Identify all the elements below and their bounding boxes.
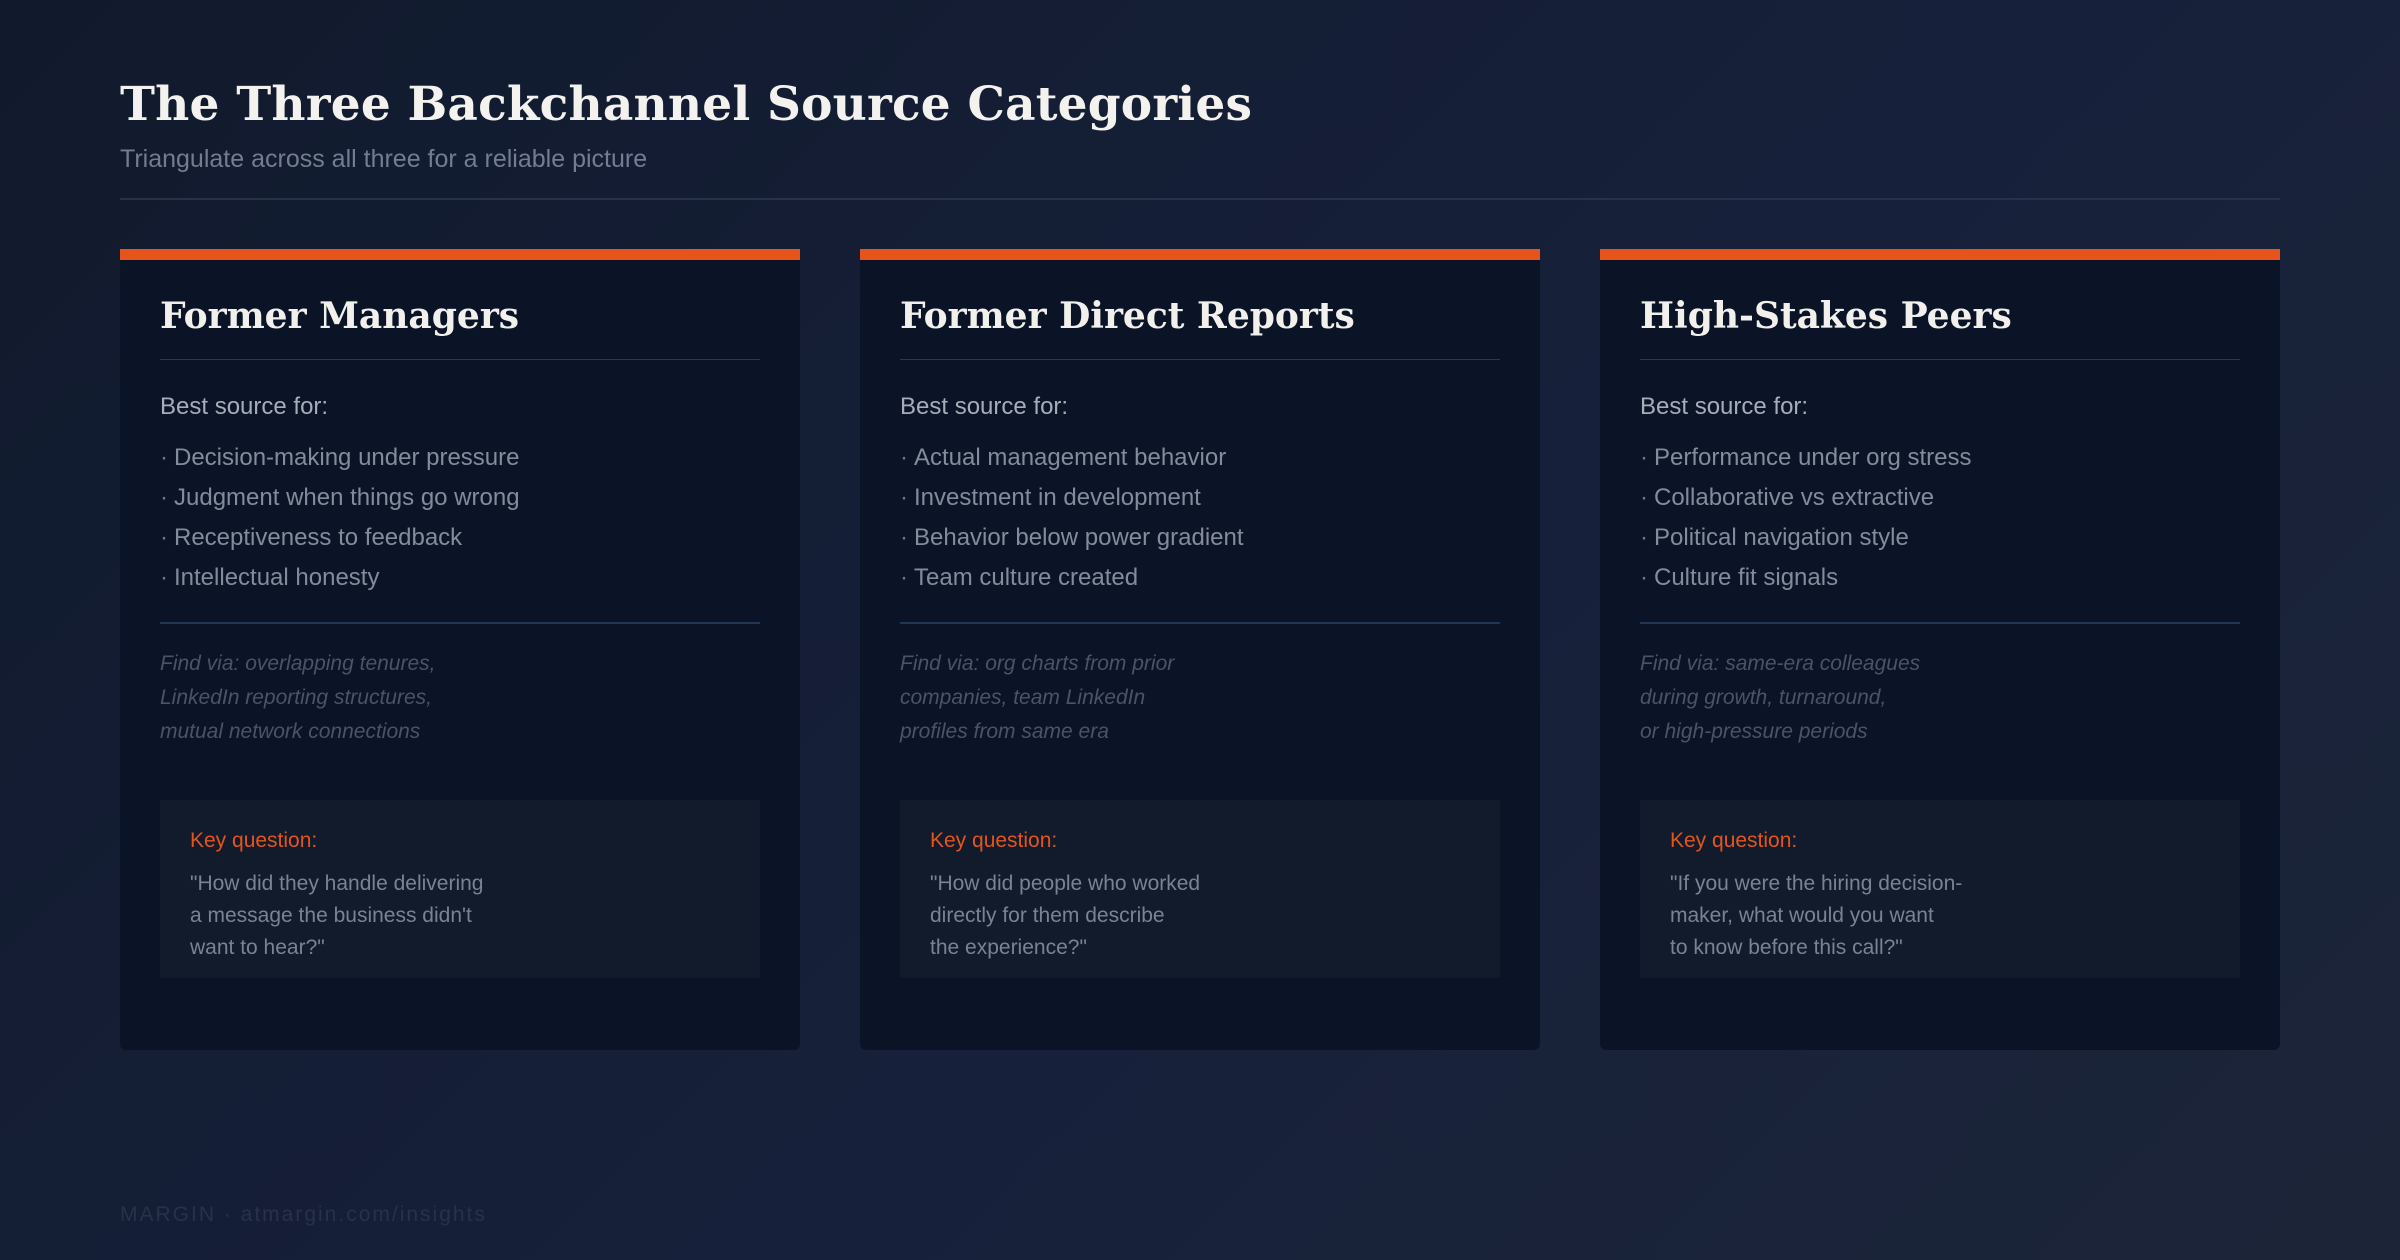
- list-item-text: Performance under org stress: [1654, 444, 1972, 471]
- card-accent-bar: [860, 249, 1540, 260]
- list-item: · Political navigation style: [1640, 518, 1971, 558]
- key-question-line: "How did they handle delivering: [190, 872, 484, 895]
- find-via-line: mutual network connections: [160, 720, 421, 743]
- key-question-line: the experience?": [930, 936, 1087, 959]
- key-question-line: want to hear?": [190, 936, 325, 959]
- card-title-divider: [900, 359, 1500, 360]
- find-via-line: Find via: org charts from prior: [900, 652, 1175, 675]
- best-source-list: · Actual management behavior · Investment …: [900, 438, 1244, 598]
- best-source-label: Best source for:: [900, 393, 1069, 420]
- card-section-divider: [160, 622, 760, 624]
- key-question-line: directly for them describe: [930, 904, 1165, 927]
- key-question-box: Key question: "How did people who worked…: [900, 800, 1500, 978]
- key-question-box: Key question: "If you were the hiring de…: [1640, 800, 2240, 978]
- find-via-line: companies, team LinkedIn: [900, 686, 1146, 709]
- bullet-dot-icon: ·: [1640, 524, 1648, 551]
- page-title: The Three Backchannel Source Categories: [120, 77, 1253, 132]
- list-item-text: Political navigation style: [1654, 524, 1909, 551]
- key-question-line: "If you were the hiring decision-: [1670, 872, 1963, 895]
- key-question-label: Key question:: [1670, 829, 1798, 852]
- key-question-line: a message the business didn't: [190, 904, 472, 927]
- list-item: · Culture fit signals: [1640, 558, 1971, 598]
- category-cards: Former Managers Best source for: · Decisi…: [120, 249, 2280, 1050]
- card-section-divider: [1640, 622, 2240, 624]
- bullet-dot-icon: ·: [160, 484, 168, 511]
- bullet-dot-icon: ·: [900, 524, 908, 551]
- list-item: · Decision-making under pressure: [160, 438, 520, 478]
- best-source-label: Best source for:: [1640, 393, 1809, 420]
- key-question-label: Key question:: [930, 829, 1058, 852]
- bullet-dot-icon: ·: [900, 564, 908, 591]
- list-item: · Investment in development: [900, 478, 1244, 518]
- header-divider: [120, 198, 2280, 200]
- card-title: Former Direct Reports: [900, 295, 1355, 337]
- bullet-dot-icon: ·: [1640, 484, 1648, 511]
- list-item-text: Investment in development: [914, 484, 1201, 511]
- list-item-text: Receptiveness to feedback: [174, 524, 463, 551]
- bullet-dot-icon: ·: [900, 444, 908, 471]
- key-question-text: "How did people who worked directly for …: [930, 868, 1200, 964]
- key-question-line: to know before this call?": [1670, 936, 1903, 959]
- card-accent-bar: [120, 249, 800, 260]
- key-question-box: Key question: "How did they handle deliv…: [160, 800, 760, 978]
- card-former-direct-reports: Former Direct Reports Best source for: ·…: [860, 249, 1540, 1050]
- best-source-list: · Performance under org stress · Collabora…: [1640, 438, 1971, 598]
- list-item-text: Decision-making under pressure: [174, 444, 520, 471]
- list-item: · Behavior below power gradient: [900, 518, 1244, 558]
- bullet-dot-icon: ·: [160, 444, 168, 471]
- find-via-line: during growth, turnaround,: [1640, 686, 1887, 709]
- find-via-line: Find via: same-era colleagues: [1640, 652, 1921, 675]
- key-question-line: maker, what would you want: [1670, 904, 1934, 927]
- card-title-divider: [1640, 359, 2240, 360]
- list-item: · Intellectual honesty: [160, 558, 520, 598]
- find-via-line: Find via: overlapping tenures,: [160, 652, 436, 675]
- list-item-text: Intellectual honesty: [174, 564, 380, 591]
- list-item: · Actual management behavior: [900, 438, 1244, 478]
- find-via-line: LinkedIn reporting structures,: [160, 686, 432, 709]
- list-item-text: Actual management behavior: [914, 444, 1227, 471]
- list-item: · Performance under org stress: [1640, 438, 1971, 478]
- key-question-text: "How did they handle delivering a messag…: [190, 868, 483, 964]
- key-question-text: "If you were the hiring decision- maker,…: [1670, 868, 1962, 964]
- card-accent-bar: [1600, 249, 2280, 260]
- key-question-line: "How did people who worked: [930, 872, 1201, 895]
- find-via-note: Find via: org charts from prior companie…: [900, 647, 1174, 749]
- bullet-dot-icon: ·: [1640, 564, 1648, 591]
- list-item-text: Collaborative vs extractive: [1654, 484, 1935, 511]
- bullet-dot-icon: ·: [1640, 444, 1648, 471]
- card-title: High-Stakes Peers: [1640, 295, 2012, 337]
- bullet-dot-icon: ·: [160, 564, 168, 591]
- bullet-dot-icon: ·: [160, 524, 168, 551]
- find-via-note: Find via: same-era colleagues during gro…: [1640, 647, 1920, 749]
- list-item: · Team culture created: [900, 558, 1244, 598]
- list-item: · Receptiveness to feedback: [160, 518, 520, 558]
- find-via-line: profiles from same era: [900, 720, 1109, 743]
- card-former-managers: Former Managers Best source for: · Decisi…: [120, 249, 800, 1050]
- list-item-text: Behavior below power gradient: [914, 524, 1244, 551]
- bullet-dot-icon: ·: [900, 484, 908, 511]
- list-item-text: Team culture created: [914, 564, 1139, 591]
- find-via-line: or high-pressure periods: [1640, 720, 1868, 743]
- list-item: · Collaborative vs extractive: [1640, 478, 1971, 518]
- list-item-text: Judgment when things go wrong: [174, 484, 520, 511]
- card-section-divider: [900, 622, 1500, 624]
- list-item: · Judgment when things go wrong: [160, 478, 520, 518]
- card-high-stakes-peers: High-Stakes Peers Best source for: · Perf…: [1600, 249, 2280, 1050]
- card-title-divider: [160, 359, 760, 360]
- find-via-note: Find via: overlapping tenures, LinkedIn …: [160, 647, 436, 749]
- page-subtitle: Triangulate across all three for a relia…: [120, 145, 648, 173]
- key-question-label: Key question:: [190, 829, 318, 852]
- card-title: Former Managers: [160, 295, 520, 337]
- page-header: The Three Backchannel Source Categories …: [120, 70, 2280, 174]
- best-source-label: Best source for:: [160, 393, 329, 420]
- list-item-text: Culture fit signals: [1654, 564, 1839, 591]
- footer-credit: MARGIN · atmargin.com/insights: [120, 1203, 487, 1226]
- best-source-list: · Decision-making under pressure · Judgmen…: [160, 438, 520, 598]
